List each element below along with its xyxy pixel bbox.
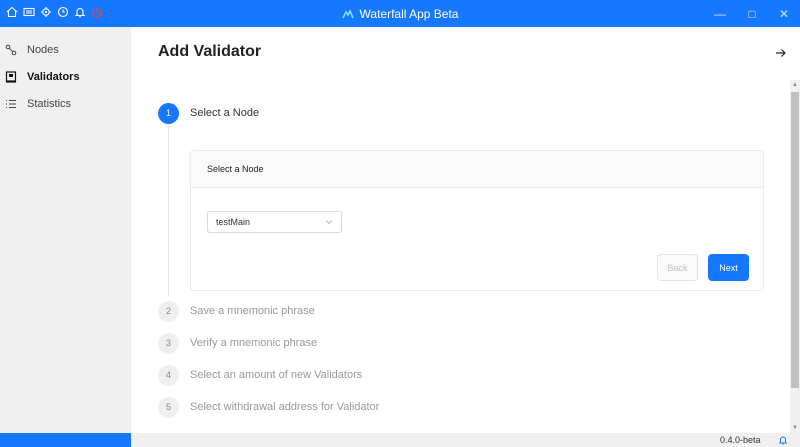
step-4[interactable]: 4 Select an amount of new Validators bbox=[158, 364, 362, 386]
step-label: Select an amount of new Validators bbox=[190, 369, 363, 381]
scroll-thumb[interactable] bbox=[791, 92, 799, 388]
step-number: 5 bbox=[158, 396, 179, 418]
notification-bell-icon[interactable] bbox=[778, 435, 788, 445]
app-title: Waterfall App Beta bbox=[0, 0, 800, 27]
window-title: Waterfall App Beta bbox=[359, 6, 459, 21]
page-title: Add Validator bbox=[158, 43, 262, 60]
validator-icon bbox=[4, 70, 18, 84]
sidebar-item-nodes[interactable]: Nodes bbox=[0, 37, 131, 63]
card-header: Select a Node bbox=[191, 151, 763, 188]
step-label: Verify a mnemonic phrase bbox=[190, 337, 318, 349]
minimize-icon[interactable]: — bbox=[704, 0, 736, 27]
next-button[interactable]: Next bbox=[708, 254, 749, 281]
status-bar: 0.4.0-beta bbox=[0, 433, 800, 447]
maximize-icon[interactable]: □ bbox=[736, 0, 768, 27]
title-bar: Waterfall App Beta — □ ✕ bbox=[0, 0, 800, 27]
chevron-down-icon bbox=[325, 218, 333, 226]
step-number: 1 bbox=[158, 102, 179, 124]
close-icon[interactable]: ✕ bbox=[768, 0, 800, 27]
nodes-icon bbox=[4, 43, 18, 57]
step-number: 2 bbox=[158, 300, 179, 322]
scrollbar[interactable]: ▲ ▼ bbox=[790, 80, 800, 433]
waterfall-logo-icon bbox=[341, 8, 354, 19]
step-connector bbox=[168, 124, 169, 296]
scroll-down-icon[interactable]: ▼ bbox=[790, 423, 800, 433]
arrow-right-icon[interactable] bbox=[771, 44, 791, 62]
sidebar-item-label: Validators bbox=[27, 71, 80, 83]
sidebar-item-statistics[interactable]: Statistics bbox=[0, 91, 131, 117]
sidebar-item-validators[interactable]: Validators bbox=[0, 64, 131, 90]
step-2[interactable]: 2 Save a mnemonic phrase bbox=[158, 300, 315, 322]
back-button[interactable]: Back bbox=[657, 254, 698, 281]
node-select-value: testMain bbox=[216, 217, 251, 227]
status-accent bbox=[0, 433, 131, 447]
list-icon bbox=[4, 97, 18, 111]
window-controls: — □ ✕ bbox=[704, 0, 800, 27]
version-label: 0.4.0-beta bbox=[720, 435, 761, 445]
sidebar-item-label: Nodes bbox=[27, 44, 59, 56]
step-label: Select a Node bbox=[190, 107, 260, 119]
node-select[interactable]: testMain bbox=[207, 211, 342, 233]
step-number: 4 bbox=[158, 364, 179, 386]
sidebar: Nodes Validators Statistics bbox=[0, 27, 131, 433]
main-content: Add Validator 1 Select a Node Select a N… bbox=[131, 27, 800, 433]
step-1[interactable]: 1 Select a Node bbox=[158, 102, 259, 124]
sidebar-item-label: Statistics bbox=[27, 98, 72, 110]
step-number: 3 bbox=[158, 332, 179, 354]
step-3[interactable]: 3 Verify a mnemonic phrase bbox=[158, 332, 317, 354]
scroll-up-icon[interactable]: ▲ bbox=[790, 80, 800, 90]
step-label: Save a mnemonic phrase bbox=[190, 305, 315, 317]
step-label: Select withdrawal address for Validator bbox=[190, 401, 380, 413]
step-5[interactable]: 5 Select withdrawal address for Validato… bbox=[158, 396, 379, 418]
select-node-card: Select a Node testMain Back Next bbox=[190, 150, 764, 291]
